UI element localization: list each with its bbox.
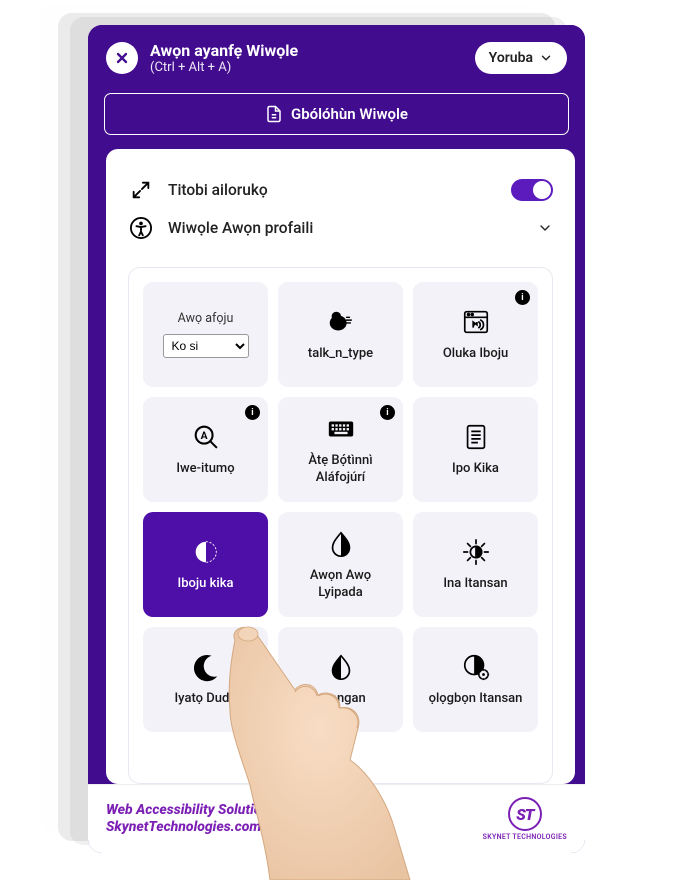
tile-label: Iwe-itumọ [176,461,234,477]
close-button[interactable] [106,42,138,74]
tile-label: Oluka Iboju [443,346,508,362]
svg-text:A: A [200,429,207,442]
speech-icon [325,306,357,338]
language-selector[interactable]: Yoruba [475,42,567,74]
oversize-row: Titobi ailorukọ [128,171,553,209]
tile-screen-reader[interactable]: i Oluka Iboju [413,282,538,387]
tile-light-contrast[interactable]: Ina Itansan [413,512,538,617]
sun-icon [460,536,492,568]
tile-reading-mode[interactable]: Ipo Kika [413,397,538,502]
logo-caption: SKYNET TECHNOLOGIES [483,833,567,841]
profiles-row[interactable]: Wiwọle Awọn profaili [128,209,553,247]
footer-line2: SkynetTechnologies.com [106,819,288,837]
document-lines-icon [460,421,492,453]
tile-virtual-keyboard[interactable]: i Àtẹ Bọ́tìnnì Aláfojúrí [278,397,403,502]
invert-icon [325,528,357,560]
content-area: Titobi ailorukọ Wiwọle Awọn profaili Awọ… [106,149,575,784]
tile-label: talk_n_type [308,346,373,362]
tiles-container: Awọ afọju Ko si talk_n_type i [128,267,553,784]
tile-colorblind-title: Awọ afọju [178,311,234,326]
info-badge[interactable]: i [380,405,395,420]
info-badge[interactable]: i [515,290,530,305]
profiles-label: Wiwọle Awọn profaili [168,219,523,237]
footer-line1: Web Accessibility Solution By [106,802,288,820]
tile-invert-colors[interactable]: Awọn Awọ Lyipada [278,512,403,617]
language-label: Yoruba [489,50,533,66]
tiles-grid: Awọ afọju Ko si talk_n_type i [143,282,538,732]
footer-credit: Web Accessibility Solution By SkynetTech… [106,802,288,837]
statement-label: Gbólóhùn Wiwọle [291,105,408,123]
moon-icon [190,651,222,683]
chevron-down-icon [537,220,553,236]
panel-shortcut: (Ctrl + Alt + A) [150,60,463,75]
tile-monochrome[interactable]: ọgangan [278,627,403,732]
contrast-gear-icon [460,651,492,683]
footer-logo: ST SKYNET TECHNOLOGIES [483,797,567,841]
tile-dark-contrast[interactable]: Iyatọ Dudu [143,627,268,732]
tile-talk-n-type[interactable]: talk_n_type [278,282,403,387]
tile-label: ọgangan [315,691,366,707]
mask-icon [190,536,222,568]
tile-dictionary[interactable]: i A Iwe-itumọ [143,397,268,502]
tile-smart-contrast[interactable]: ọlọgbọn Itansan [413,627,538,732]
tile-label: Ipo Kika [452,461,499,477]
document-icon [265,105,283,123]
info-badge[interactable]: i [245,405,260,420]
accessibility-icon [128,217,154,239]
keyboard-icon [325,413,357,445]
accessibility-panel: Awọn ayanfẹ Wiwọle (Ctrl + Alt + A) Yoru… [88,25,585,853]
oversize-label: Titobi ailorukọ [168,181,497,199]
tile-label: Awọn Awọ Lyipada [286,568,395,601]
tile-label: Iboju kika [178,576,234,592]
oversize-toggle[interactable] [511,179,553,201]
chevron-down-icon [539,51,553,65]
logo-badge: ST [508,797,542,831]
magnify-a-icon: A [190,421,222,453]
close-icon [114,50,130,66]
header-text: Awọn ayanfẹ Wiwọle (Ctrl + Alt + A) [150,41,463,75]
expand-icon [128,179,154,201]
tile-label: Àtẹ Bọ́tìnnì Aláfojúrí [286,453,395,486]
accessibility-statement-button[interactable]: Gbólóhùn Wiwọle [104,93,569,135]
panel-header: Awọn ayanfẹ Wiwọle (Ctrl + Alt + A) Yoru… [88,25,585,93]
panel-footer: Web Accessibility Solution By SkynetTech… [88,784,585,853]
tile-label: Iyatọ Dudu [174,691,236,707]
droplet-half-icon [325,651,357,683]
tile-reading-mask[interactable]: Iboju kika [143,512,268,617]
tile-label: ọlọgbọn Itansan [429,691,523,707]
tile-label: Ina Itansan [443,576,507,592]
colorblind-select[interactable]: Ko si [163,334,249,358]
panel-title: Awọn ayanfẹ Wiwọle [150,41,463,60]
tile-colorblind[interactable]: Awọ afọju Ko si [143,282,268,387]
browser-audio-icon [460,306,492,338]
